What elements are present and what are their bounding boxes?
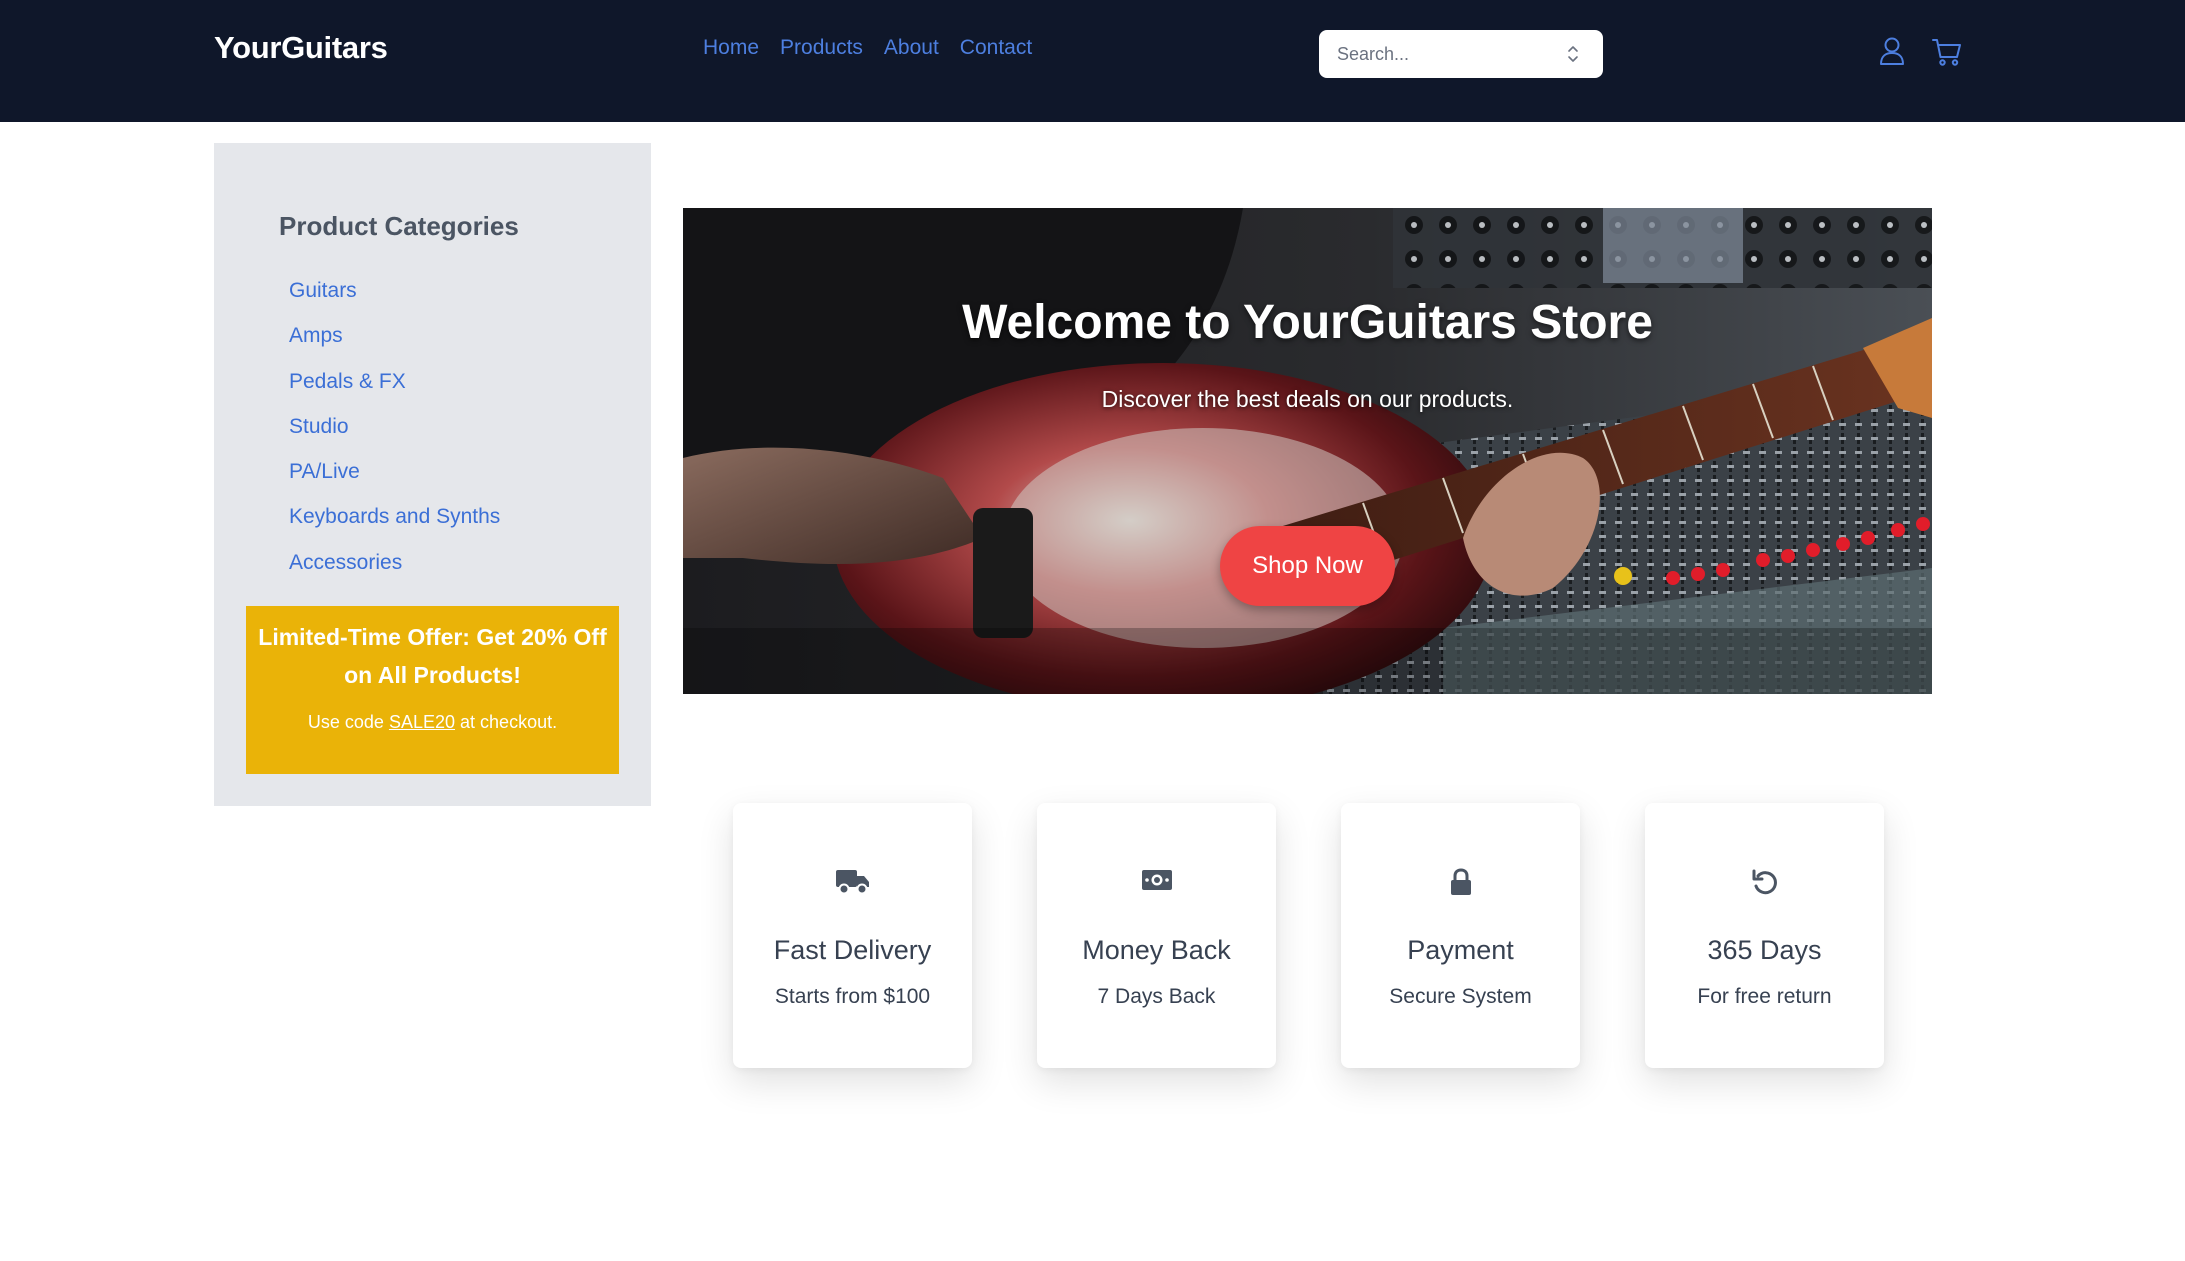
category-pa-live[interactable]: PA/Live [289,461,500,506]
feature-title: 365 Days [1707,935,1822,965]
lock-icon [1447,867,1475,902]
offer-banner: Limited-Time Offer: Get 20% Off on All P… [246,606,619,774]
search-input[interactable] [1335,42,1565,66]
sidebar-title: Product Categories [279,211,519,241]
feature-card-payment: Payment Secure System [1341,803,1580,1068]
feature-title: Payment [1407,935,1514,965]
category-list: Guitars Amps Pedals & FX Studio PA/Live … [289,280,500,597]
category-sidebar: Product Categories Guitars Amps Pedals &… [214,143,651,806]
offer-text: Use code SALE20 at checkout. [246,712,619,733]
nav-home[interactable]: Home [703,36,759,60]
hero-banner: Welcome to YourGuitars Store Discover th… [683,208,1932,694]
truck-icon [835,867,871,900]
feature-card-returns: 365 Days For free return [1645,803,1884,1068]
user-icon[interactable] [1878,36,1906,66]
shop-now-button[interactable]: Shop Now [1220,526,1395,606]
hero-title: Welcome to YourGuitars Store [962,296,1653,349]
promo-code-link[interactable]: SALE20 [389,712,455,732]
category-accessories[interactable]: Accessories [289,552,500,597]
hero-subtitle: Discover the best deals on our products. [1101,386,1514,412]
category-pedals-fx[interactable]: Pedals & FX [289,371,500,416]
category-keyboards-synths[interactable]: Keyboards and Synths [289,506,500,551]
nav-contact[interactable]: Contact [960,36,1032,60]
cart-icon[interactable] [1931,37,1963,67]
feature-subtitle: For free return [1697,985,1832,1008]
feature-title: Fast Delivery [773,935,932,965]
feature-subtitle: Starts from $100 [774,985,931,1008]
offer-prefix: Use code [307,712,384,732]
site-header: YourGuitars Home Products About Contact [0,0,2185,122]
category-guitars[interactable]: Guitars [289,280,500,325]
offer-suffix: at checkout. [460,712,558,732]
offer-title: Limited-Time Offer: Get 20% Off on All P… [258,624,607,688]
feature-title: Money Back [1082,935,1231,965]
select-arrows-icon[interactable] [1565,42,1581,66]
feature-subtitle: Secure System [1389,985,1532,1008]
category-studio[interactable]: Studio [289,416,500,461]
feature-cards: Fast Delivery Starts from $100 Money Bac… [733,803,1884,1068]
feature-card-money-back: Money Back 7 Days Back [1037,803,1276,1068]
hero-guitar-image [683,208,1932,694]
undo-icon [1750,867,1780,902]
category-amps[interactable]: Amps [289,325,500,370]
feature-subtitle: 7 Days Back [1097,985,1216,1008]
money-icon [1140,867,1174,898]
search-box [1319,30,1603,78]
site-logo[interactable]: YourGuitars [214,30,388,66]
main-nav: Home Products About Contact [703,36,1032,60]
feature-card-delivery: Fast Delivery Starts from $100 [733,803,972,1068]
nav-products[interactable]: Products [780,36,863,60]
nav-about[interactable]: About [884,36,939,60]
